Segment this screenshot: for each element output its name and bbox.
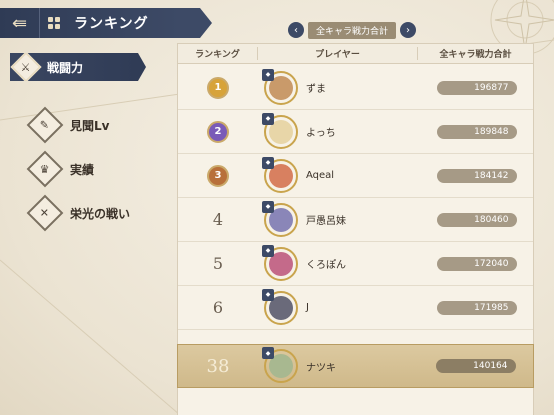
page-title: ランキング [74, 16, 149, 32]
table-row[interactable]: 3 ◆ Aqeal 184142 [178, 154, 533, 198]
chevron-left-icon: ‹ [293, 24, 298, 36]
sword-icon: ⚔ [10, 53, 42, 81]
level-badge-icon: ◆ [262, 200, 274, 213]
level-badge-icon: ◆ [262, 288, 274, 301]
avatar[interactable]: ◆ [262, 200, 298, 237]
top-bar: ⇚ ランキング [0, 8, 212, 38]
next-category-button[interactable]: › [400, 22, 416, 38]
sidebar-item-achievements[interactable]: ♛ 実績 [10, 147, 150, 191]
column-header-power: 全キャラ戦力合計 [439, 50, 512, 60]
category-sidebar: ⚔ 戦闘力 ✎ 見聞Lv ♛ 実績 ✕ 栄光の戦い [10, 53, 150, 235]
power-value: 184142 [436, 168, 517, 183]
ranking-type-label: 全キャラ戦力合計 [307, 21, 396, 39]
player-name: よっち [306, 128, 336, 139]
sidebar-item-label: 栄光の戦い [70, 206, 131, 221]
my-player-name: ナツキ [306, 362, 336, 374]
player-name: J [306, 302, 309, 313]
sidebar-item-battle-power[interactable]: ⚔ 戦闘力 [10, 53, 146, 81]
sidebar-item-label: 戦闘力 [47, 60, 84, 75]
rank-number: 6 [212, 298, 224, 317]
ranking-type-selector: ‹ 全キャラ戦力合計 › [287, 20, 417, 40]
avatar[interactable]: ◆ [262, 288, 298, 325]
chevron-right-icon: › [406, 24, 410, 36]
bronze-medal-icon: 3 [207, 164, 229, 187]
player-name: ずま [306, 84, 326, 95]
power-value: 172040 [436, 256, 517, 271]
power-value: 189848 [436, 124, 517, 139]
level-badge-icon: ◆ [262, 156, 274, 169]
my-ranking-row[interactable]: 38 ◆ ナツキ 140164 [177, 344, 534, 388]
my-rank-number: 38 [206, 355, 230, 377]
scroll-icon: ✎ [26, 106, 64, 144]
level-badge-icon: ◆ [262, 244, 274, 257]
power-value: 196877 [436, 80, 517, 95]
player-name: くろぽん [306, 260, 346, 271]
table-row[interactable]: 6 ◆ J 171985 [178, 286, 533, 330]
power-value: 180460 [436, 212, 517, 227]
sidebar-item-label: 実績 [70, 162, 95, 177]
back-button[interactable]: ⇚ [0, 8, 40, 38]
crossed-swords-icon: ✕ [26, 194, 64, 232]
avatar[interactable]: ◆ [262, 156, 298, 193]
prev-category-button[interactable]: ‹ [287, 22, 304, 38]
table-row[interactable]: 2 ◆ よっち 189848 [178, 110, 533, 154]
sidebar-item-label: 見聞Lv [70, 118, 110, 133]
column-header-rank: ランキング [178, 47, 258, 60]
rank-number: 4 [212, 210, 224, 229]
menu-grid-icon [48, 17, 60, 29]
trophy-icon: ♛ [26, 150, 64, 188]
column-header-player: プレイヤー [258, 47, 418, 60]
table-header: ランキング プレイヤー 全キャラ戦力合計 [178, 44, 533, 64]
power-value: 171985 [436, 300, 517, 315]
table-row[interactable]: 4 ◆ 戸愚呂妹 180460 [178, 198, 533, 242]
level-badge-icon: ◆ [262, 112, 274, 125]
rank-number: 5 [212, 254, 224, 273]
menu-button[interactable] [40, 17, 68, 29]
sidebar-item-knowledge-level[interactable]: ✎ 見聞Lv [10, 103, 150, 147]
my-power-value: 140164 [435, 359, 516, 373]
player-name: 戸愚呂妹 [306, 216, 346, 227]
sidebar-item-glory-battle[interactable]: ✕ 栄光の戦い [10, 191, 150, 235]
gold-medal-icon: 1 [207, 76, 229, 99]
my-avatar[interactable]: ◆ [262, 347, 298, 383]
table-row[interactable]: 5 ◆ くろぽん 172040 [178, 242, 533, 286]
avatar[interactable]: ◆ [262, 68, 298, 105]
purple-medal-icon: 2 [207, 120, 229, 143]
level-badge-icon: ◆ [262, 347, 274, 359]
back-arrow-icon: ⇚ [11, 12, 28, 34]
player-name: Aqeal [306, 170, 335, 181]
avatar[interactable]: ◆ [262, 112, 298, 149]
level-badge-icon: ◆ [262, 68, 274, 81]
avatar[interactable]: ◆ [262, 244, 298, 281]
table-row[interactable]: 1 ◆ ずま 196877 [178, 66, 533, 110]
